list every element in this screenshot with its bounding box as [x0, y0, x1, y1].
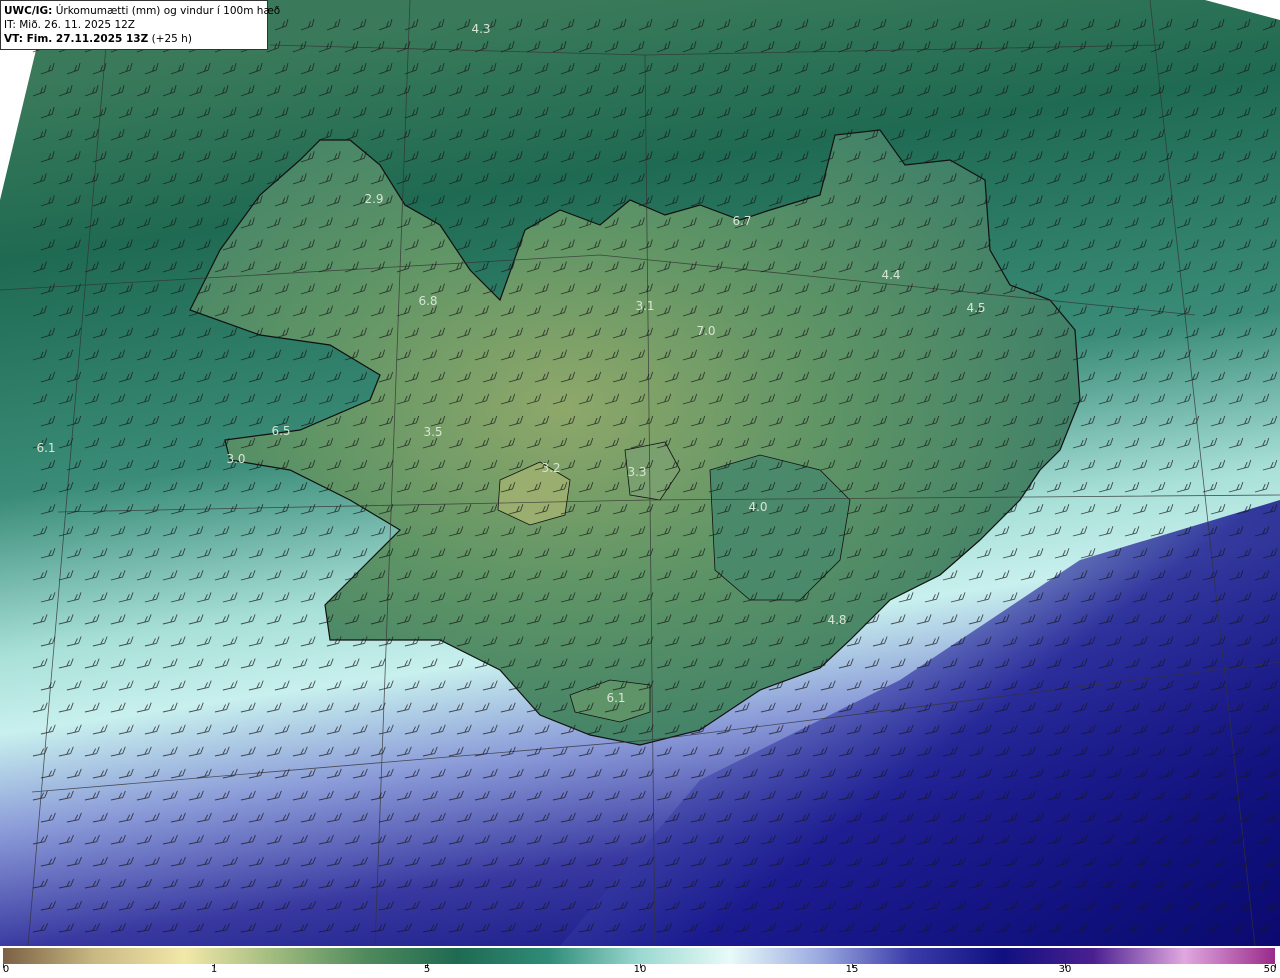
map-canvas: 4.3 2.9 6.7 4.4 4.5 6.8 3.1 7.0 6.1 6.5 3.0 3.5 3.2 3…	[0, 0, 1280, 947]
map-title-box: UWC/IG: Úrkomumætti (mm) og vindur í 100…	[0, 0, 280, 50]
legend-tick-label: 5	[423, 964, 431, 975]
precip-value-label: 6.1	[36, 441, 55, 455]
title-line: UWC/IG: Úrkomumætti (mm) og vindur í 100…	[4, 4, 280, 18]
precip-value-label: 6.1	[606, 691, 625, 705]
forecast-hour: (+25 h)	[148, 33, 192, 45]
precip-value-label: 4.5	[966, 301, 985, 315]
precip-value-label: 7.0	[696, 324, 715, 338]
init-time: IT: Mið. 26. 11. 2025 12Z	[4, 19, 135, 31]
color-legend: 0 1 5 10 15 30 50	[0, 946, 1280, 978]
legend-tick-label: 0	[2, 964, 10, 975]
legend-tick-label: 30	[1058, 964, 1072, 975]
title-text: Úrkomumætti (mm) og vindur í 100m hæð	[52, 5, 281, 17]
legend-color-bar	[3, 948, 1275, 964]
weather-map: 4.3 2.9 6.7 4.4 4.5 6.8 3.1 7.0 6.1 6.5 3.0 3.5 3.2 3…	[0, 0, 1280, 947]
precip-value-label: 4.8	[827, 613, 846, 627]
precip-value-label: 3.5	[423, 425, 442, 439]
valid-time: VT: Fim. 27.11.2025 13Z	[4, 33, 149, 45]
precip-value-label: 6.5	[271, 424, 290, 438]
legend-tick-label: 15	[845, 964, 859, 975]
precip-value-label: 6.7	[732, 214, 751, 228]
legend-tick-label: 1	[210, 964, 218, 975]
precip-value-label: 6.8	[418, 294, 437, 308]
valid-time-line: VT: Fim. 27.11.2025 13Z (+25 h)	[4, 32, 267, 46]
precip-value-label: 3.2	[541, 461, 560, 475]
precip-value-label: 3.1	[635, 299, 654, 313]
precip-value-label: 4.4	[881, 268, 900, 282]
precip-value-label: 3.0	[226, 452, 245, 466]
model-label: UWC/IG:	[4, 5, 53, 17]
legend-tick-label: 10	[633, 964, 647, 975]
precip-value-label: 2.9	[364, 192, 383, 206]
precip-value-label: 4.3	[471, 22, 490, 36]
legend-tick-label: 50	[1263, 964, 1277, 975]
precip-value-label: 4.0	[748, 500, 767, 514]
precip-value-label: 3.3	[627, 465, 646, 479]
